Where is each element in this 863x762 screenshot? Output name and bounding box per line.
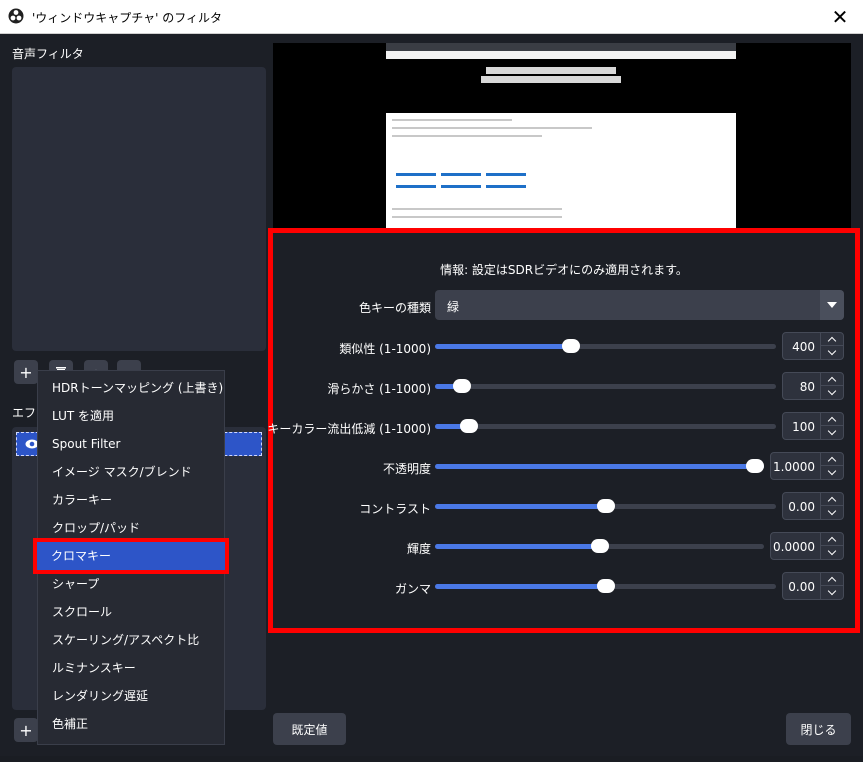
slider-fill [435, 584, 606, 589]
spinbox-value: 0.00 [788, 580, 815, 594]
menu-item[interactable]: HDRトーンマッピング (上書き) [38, 374, 224, 402]
preview-page-capture [386, 113, 736, 228]
key-type-value: 緑 [447, 300, 460, 314]
spinbox-value: 400 [792, 340, 815, 354]
chevron-down-icon[interactable] [820, 425, 843, 439]
slider-handle[interactable] [597, 579, 615, 593]
window-title: 'ウィンドウキャプチャ' のフィルタ [32, 11, 223, 25]
value-spinbox[interactable]: 80 [782, 372, 844, 400]
slider-track[interactable] [435, 539, 764, 553]
close-icon[interactable]: ✕ [817, 0, 863, 33]
menu-item[interactable]: ルミナンスキー [38, 654, 224, 682]
menu-item[interactable]: Spout Filter [38, 430, 224, 458]
key-type-label: 色キーの種類 [358, 301, 431, 315]
slider-handle[interactable] [460, 419, 478, 433]
value-spinbox[interactable]: 100 [782, 412, 844, 440]
obs-icon [8, 8, 24, 24]
audio-filters-list[interactable] [12, 67, 266, 351]
plus-icon: + [19, 720, 33, 740]
slider-track[interactable] [435, 419, 776, 433]
value-spinbox[interactable]: 400 [782, 332, 844, 360]
spinbox-value: 0.0000 [773, 540, 815, 554]
slider-fill [435, 464, 764, 469]
slider-handle[interactable] [746, 459, 764, 473]
add-filter-menu: HDRトーンマッピング (上書き) LUT を適用 Spout Filter イメージ… [33, 370, 229, 745]
menu-item[interactable]: カラーキー [38, 486, 224, 514]
slider-label: 類似性 (1-1000) [339, 342, 431, 356]
value-spinbox[interactable]: 0.00 [782, 492, 844, 520]
chevron-down-icon[interactable] [820, 585, 843, 599]
value-spinbox[interactable]: 0.00 [782, 572, 844, 600]
menu-item[interactable]: スクロール [38, 598, 224, 626]
slider-handle[interactable] [591, 539, 609, 553]
value-spinbox[interactable]: 1.0000 [770, 452, 844, 480]
chevron-down-icon[interactable] [820, 505, 843, 519]
menu-item[interactable]: 色補正 [38, 710, 224, 738]
key-type-dropdown[interactable]: 緑 [435, 290, 844, 320]
slider-label: キーカラー流出低減 (1-1000) [267, 422, 431, 436]
slider-handle[interactable] [453, 379, 471, 393]
slider-fill [435, 544, 600, 549]
menu-item[interactable]: イメージ マスク/ブレンド [38, 458, 224, 486]
slider-label: コントラスト [359, 502, 431, 516]
menu-item[interactable]: シャープ [38, 570, 224, 598]
bottom-strip [0, 756, 863, 762]
info-text: 情報: 設定はSDRビデオにのみ適用されます。 [440, 263, 688, 277]
chevron-down-icon[interactable] [820, 290, 844, 320]
spinbox-value: 0.00 [788, 500, 815, 514]
chevron-down-icon[interactable] [820, 345, 843, 359]
menu-item[interactable]: クロップ/パッド [38, 514, 224, 542]
close-button[interactable]: 閉じる [786, 713, 851, 745]
add-audio-filter-button[interactable]: + [14, 360, 38, 384]
slider-label: 不透明度 [382, 462, 431, 476]
slider-track[interactable] [435, 339, 776, 353]
filter-settings-panel: 情報: 設定はSDRビデオにのみ適用されます。 色キーの種類 緑 類似性 (1-… [267, 228, 860, 633]
preview-browser-capture [386, 43, 736, 113]
slider-label: 輝度 [406, 542, 431, 556]
slider-track[interactable] [435, 499, 776, 513]
slider-handle[interactable] [562, 339, 580, 353]
menu-item-selected[interactable]: クロマキー [33, 538, 229, 574]
menu-item[interactable]: スケーリング/アスペクト比 [38, 626, 224, 654]
audio-filters-label: 音声フィルタ [12, 47, 84, 61]
defaults-button[interactable]: 既定値 [273, 713, 346, 745]
slider-handle[interactable] [597, 499, 615, 513]
chevron-down-icon[interactable] [820, 465, 843, 479]
add-effect-filter-button[interactable]: + [14, 718, 38, 742]
spinbox-value: 80 [799, 380, 815, 394]
slider-label: ガンマ [394, 582, 431, 596]
plus-icon: + [19, 362, 33, 382]
menu-item[interactable]: レンダリング遅延 [38, 682, 224, 710]
chevron-down-icon[interactable] [820, 385, 843, 399]
slider-fill [435, 504, 606, 509]
chevron-down-icon[interactable] [820, 545, 843, 559]
source-preview [273, 43, 851, 228]
slider-track[interactable] [435, 459, 764, 473]
title-bar: 'ウィンドウキャプチャ' のフィルタ ✕ [0, 0, 863, 34]
slider-fill [435, 344, 571, 349]
slider-label: 滑らかさ (1-1000) [327, 382, 431, 396]
slider-track[interactable] [435, 379, 776, 393]
spinbox-value: 100 [792, 420, 815, 434]
slider-track[interactable] [435, 579, 776, 593]
value-spinbox[interactable]: 0.0000 [770, 532, 844, 560]
menu-item[interactable]: LUT を適用 [38, 402, 224, 430]
spinbox-value: 1.0000 [773, 460, 815, 474]
